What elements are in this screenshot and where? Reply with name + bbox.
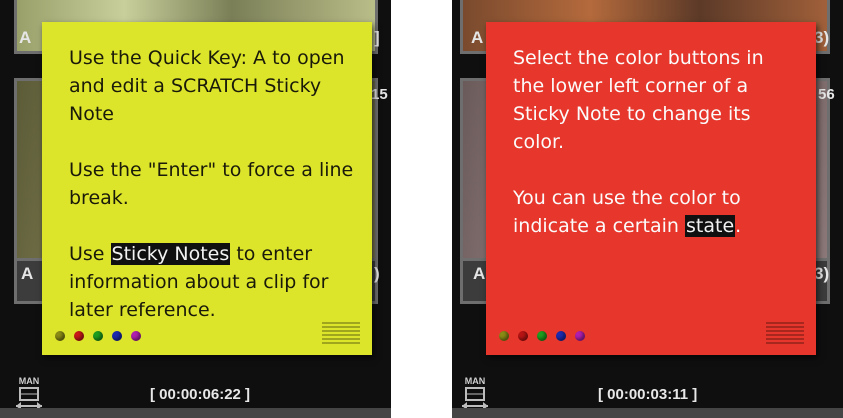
man-mode-icon[interactable]: MAN	[14, 376, 44, 410]
color-button-red[interactable]	[518, 331, 528, 341]
note-paragraph-2: Use the "Enter" to force a line break.	[69, 159, 354, 209]
note-paragraph-3: Use Sticky Notes to enter information ab…	[69, 240, 356, 324]
thumb-top-right-label: ]	[374, 28, 380, 47]
timeline-bar[interactable]	[452, 408, 843, 418]
thumb-lower-right-label: 3)	[814, 264, 830, 283]
resize-grip-icon[interactable]	[322, 322, 360, 346]
left-clip-panel: A ] 15 A ) Use the Quick Key: A to open …	[0, 0, 391, 418]
note-text[interactable]: Use the Quick Key: A to open and edit a …	[69, 44, 356, 324]
man-label: MAN	[464, 376, 486, 386]
thumb-middle-number: 56	[818, 86, 835, 103]
color-button-green[interactable]	[93, 331, 103, 341]
resize-grip-icon[interactable]	[766, 322, 804, 346]
note-paragraph-1: Use the Quick Key: A to open and edit a …	[69, 47, 345, 125]
right-clip-panel: A 3) 56 A 3) Select the color buttons in…	[452, 0, 843, 418]
thumb-top-left-label: A	[471, 28, 484, 47]
thumb-top-right-label: 3)	[814, 28, 830, 47]
color-button-purple[interactable]	[131, 331, 141, 341]
note-paragraph-3-prefix: Use	[69, 243, 111, 265]
timecode-display: [ 00:00:03:11 ]	[598, 386, 698, 403]
color-button-blue[interactable]	[556, 331, 566, 341]
thumb-top-left-label: A	[19, 28, 32, 47]
color-button-blue[interactable]	[112, 331, 122, 341]
sticky-note-yellow[interactable]: Use the Quick Key: A to open and edit a …	[42, 22, 372, 355]
color-button-row	[55, 331, 141, 341]
sticky-note-red[interactable]: Select the color buttons in the lower le…	[486, 22, 816, 355]
color-button-green[interactable]	[537, 331, 547, 341]
timeline-bar[interactable]	[0, 408, 391, 418]
thumb-lower-left-label: A	[473, 264, 486, 283]
highlighted-text: Sticky Notes	[110, 243, 231, 265]
timecode-display: [ 00:00:06:22 ]	[150, 386, 251, 403]
thumb-lower-left-label: A	[21, 264, 34, 283]
man-mode-icon[interactable]: MAN	[460, 376, 490, 410]
note-paragraph-2: You can use the color to indicate a cert…	[513, 184, 800, 240]
color-button-red[interactable]	[74, 331, 84, 341]
note-paragraph-2-suffix: .	[735, 215, 742, 237]
man-label: MAN	[18, 376, 40, 386]
highlighted-text: state	[685, 215, 736, 237]
color-button-row	[499, 331, 585, 341]
color-button-purple[interactable]	[575, 331, 585, 341]
thumb-middle-number: 15	[371, 86, 388, 103]
thumb-lower-right-label: )	[374, 264, 380, 283]
note-text[interactable]: Select the color buttons in the lower le…	[513, 44, 800, 240]
color-button-olive[interactable]	[55, 331, 65, 341]
color-button-olive[interactable]	[499, 331, 509, 341]
note-paragraph-1: Select the color buttons in the lower le…	[513, 47, 764, 153]
